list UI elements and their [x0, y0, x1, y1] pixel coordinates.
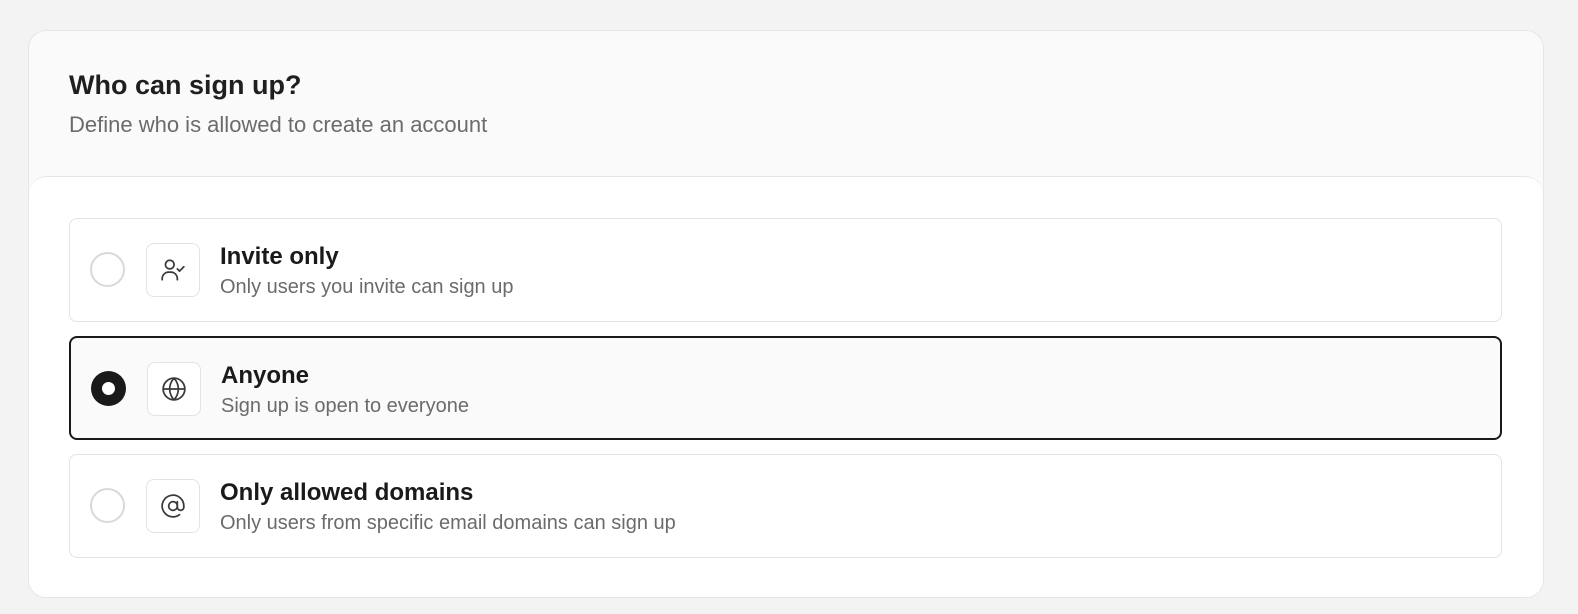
section-title: Who can sign up?	[69, 70, 302, 100]
option-text: Invite only Only users you invite can si…	[220, 243, 514, 299]
option-description: Only users from specific email domains c…	[220, 512, 676, 534]
option-title: Only allowed domains	[220, 479, 474, 506]
option-invite-only[interactable]: Invite only Only users you invite can si…	[69, 218, 1502, 322]
card-header: Who can sign up? Define who is allowed t…	[29, 31, 1543, 177]
option-allowed-domains[interactable]: Only allowed domains Only users from spe…	[69, 454, 1502, 558]
option-title: Invite only	[220, 243, 339, 270]
option-anyone[interactable]: Anyone Sign up is open to everyone	[69, 336, 1502, 440]
signup-options-group: Invite only Only users you invite can si…	[29, 176, 1543, 597]
section-subtitle: Define who is allowed to create an accou…	[69, 112, 488, 137]
at-sign-icon	[146, 479, 200, 533]
radio-invite-only[interactable]	[90, 252, 125, 287]
option-description: Sign up is open to everyone	[221, 395, 469, 417]
signup-settings-card: Who can sign up? Define who is allowed t…	[28, 30, 1544, 598]
option-text: Anyone Sign up is open to everyone	[221, 362, 469, 418]
radio-anyone[interactable]	[91, 371, 126, 406]
option-title: Anyone	[221, 362, 310, 389]
radio-allowed-domains[interactable]	[90, 488, 125, 523]
user-check-icon	[146, 243, 200, 297]
option-description: Only users you invite can sign up	[220, 276, 514, 298]
globe-icon	[147, 362, 201, 416]
option-text: Only allowed domains Only users from spe…	[220, 479, 676, 535]
